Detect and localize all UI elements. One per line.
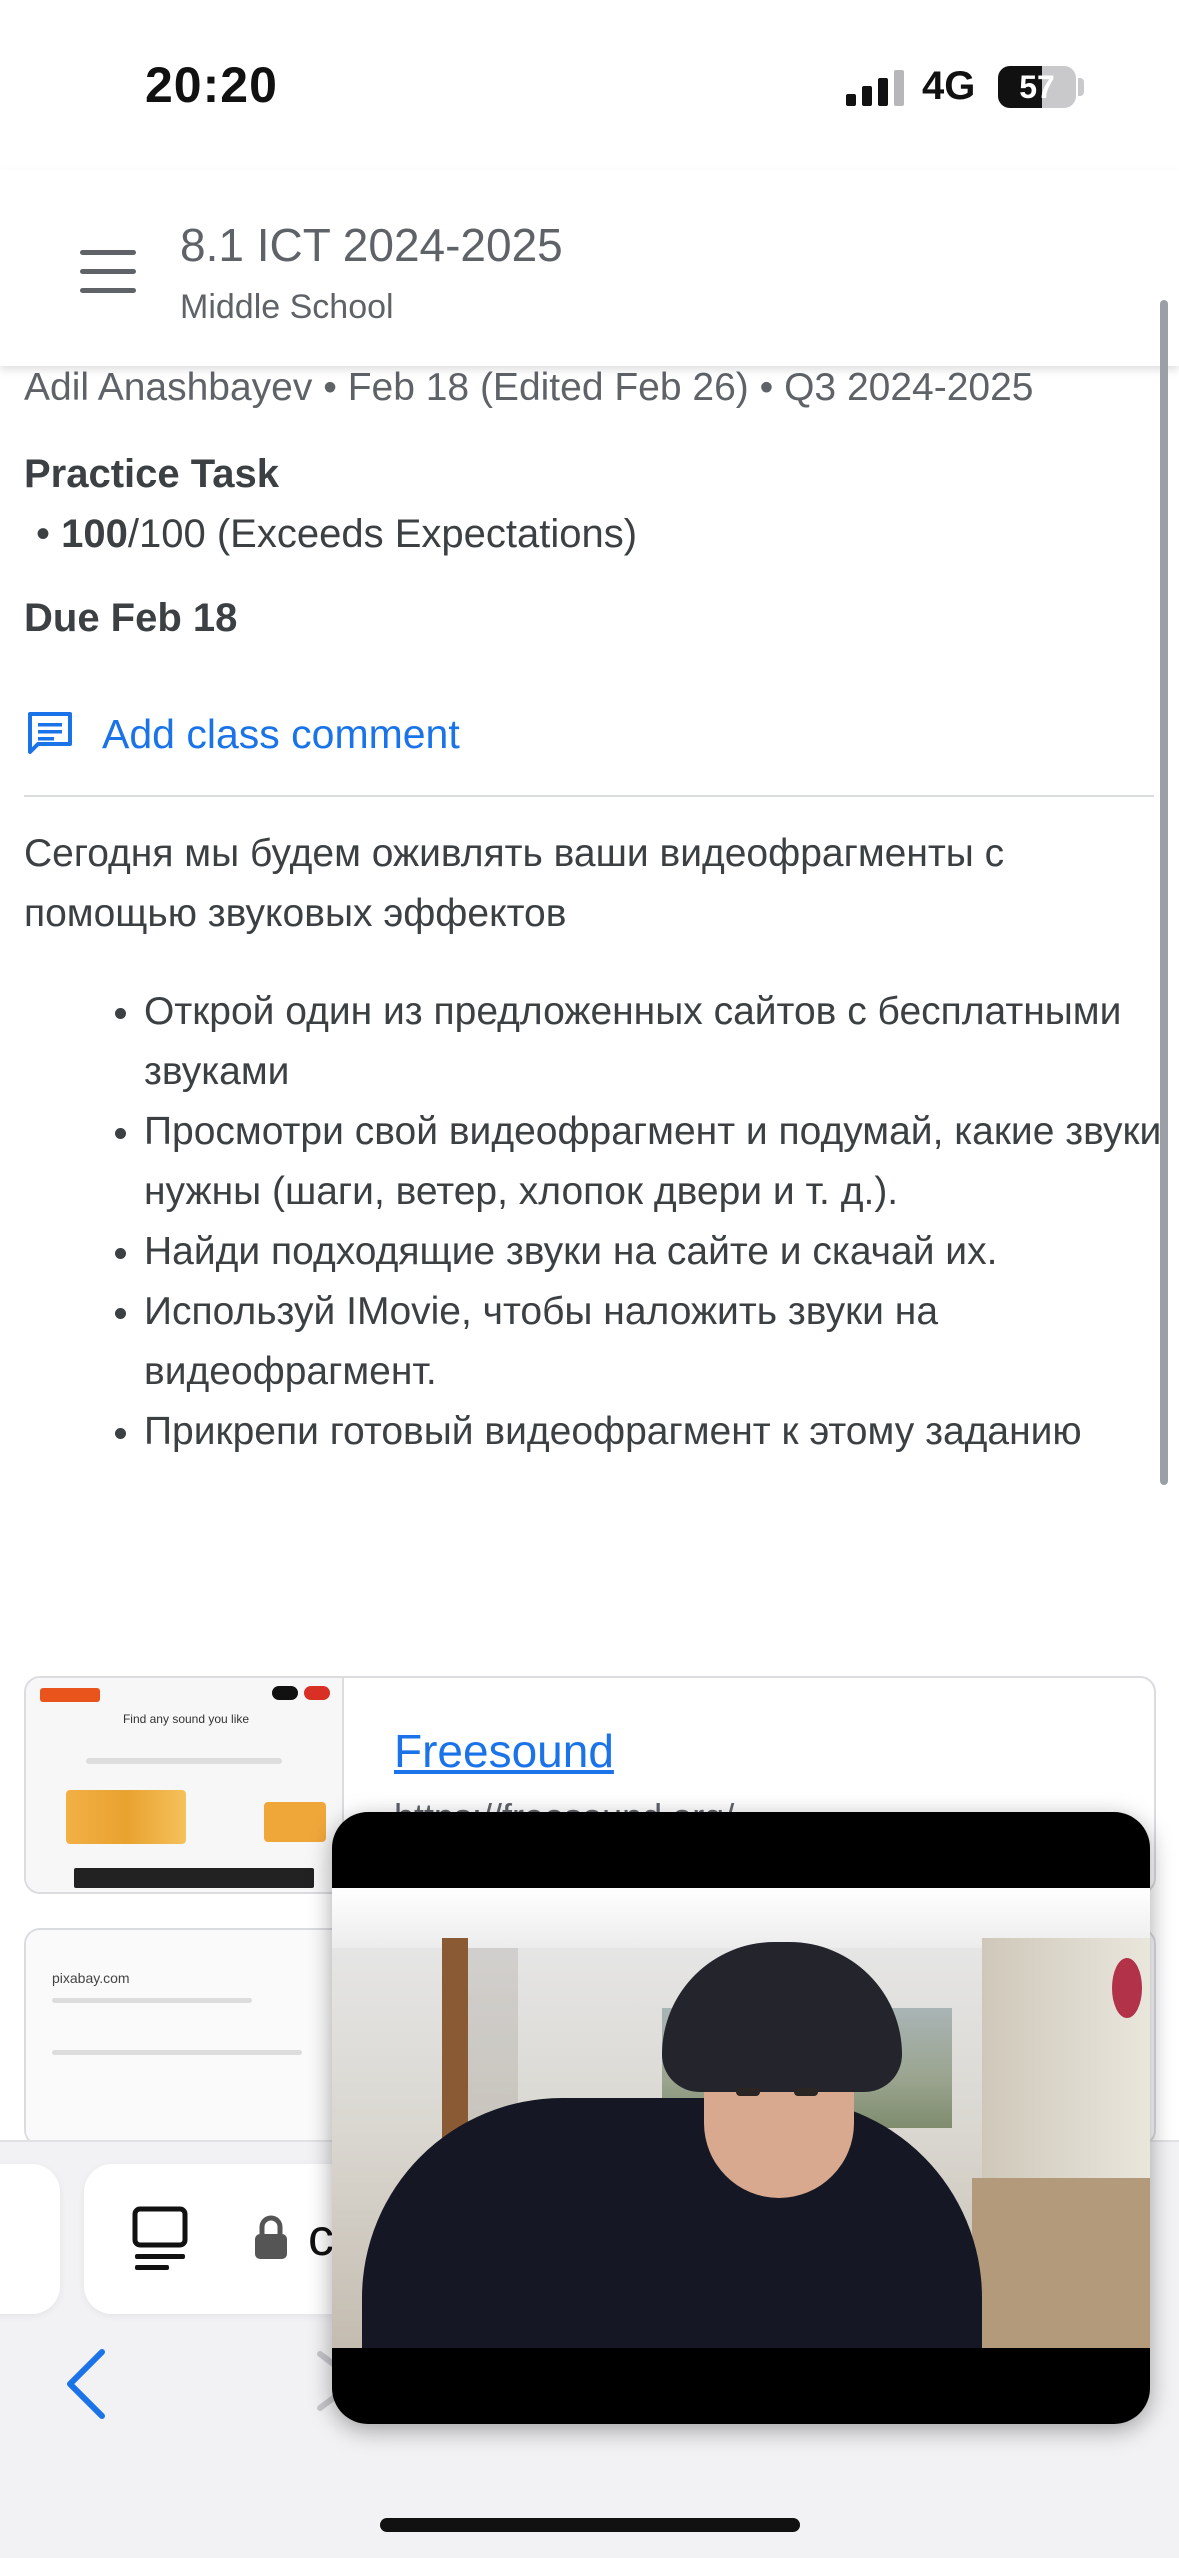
list-item: Найди подходящие звуки на сайте и скачай… bbox=[144, 1222, 1179, 1282]
thumb-pill bbox=[272, 1686, 298, 1700]
thumb-line bbox=[52, 2050, 302, 2055]
home-indicator bbox=[380, 2518, 800, 2532]
furniture bbox=[972, 2178, 1150, 2348]
list-item: Используй IMovie, чтобы наложить звуки н… bbox=[144, 1282, 1179, 1402]
thumb-line bbox=[52, 1998, 252, 2003]
list-item: Просмотри свой видеофрагмент и подумай, … bbox=[144, 1102, 1179, 1222]
freesound-thumbnail: Find any sound you like bbox=[26, 1678, 344, 1892]
battery-percent: 57 bbox=[1019, 69, 1055, 105]
status-bar: 20:20 4G 57 bbox=[0, 0, 1179, 170]
thumb-waveform bbox=[264, 1802, 326, 1842]
comment-icon bbox=[28, 712, 72, 754]
grade-rest: /100 (Exceeds Expectations) bbox=[127, 512, 638, 556]
back-icon[interactable] bbox=[60, 2346, 110, 2422]
status-time: 20:20 bbox=[145, 57, 278, 113]
grade-score: 100 bbox=[61, 512, 128, 556]
task-steps: Открой один из предложенных сайтов с бес… bbox=[90, 982, 1179, 1462]
person-eye bbox=[794, 2088, 818, 2096]
red-plant bbox=[1112, 1958, 1142, 2018]
assignment-description: Сегодня мы будем оживлять ваши видеофраг… bbox=[24, 832, 1005, 935]
picture-in-picture-video[interactable] bbox=[332, 1812, 1150, 2424]
grade: • 100/100 (Exceeds Expectations) bbox=[36, 512, 637, 557]
scrollbar[interactable] bbox=[1160, 300, 1168, 1485]
add-class-comment-label: Add class comment bbox=[102, 710, 460, 757]
thumb-pill bbox=[304, 1686, 330, 1700]
add-class-comment-button[interactable]: Add class comment bbox=[24, 704, 460, 764]
attachment-title[interactable]: Freesound bbox=[394, 1724, 614, 1778]
reader-mode-icon[interactable] bbox=[132, 2206, 188, 2272]
person-hair bbox=[662, 1942, 902, 2092]
class-subtitle: Middle School bbox=[180, 288, 394, 326]
thumb-heading: Find any sound you like bbox=[122, 1712, 250, 1726]
battery-nub bbox=[1078, 78, 1084, 96]
camera-feed bbox=[332, 1888, 1150, 2348]
network-label: 4G bbox=[922, 64, 976, 108]
due-date: Due Feb 18 bbox=[24, 596, 238, 640]
class-title: 8.1 ICT 2024-2025 bbox=[180, 219, 563, 271]
menu-icon[interactable] bbox=[80, 250, 136, 294]
divider bbox=[24, 795, 1154, 797]
address-text[interactable]: c bbox=[308, 2208, 334, 2268]
grade-bullet: • bbox=[36, 512, 51, 556]
thumb-waveform bbox=[66, 1790, 186, 1844]
list-item: Открой один из предложенных сайтов с бес… bbox=[144, 982, 1179, 1102]
thumb-search bbox=[86, 1758, 282, 1764]
pixabay-thumbnail: pixabay.com bbox=[26, 1930, 344, 2144]
assignment-meta: Adil Anashbayev • Feb 18 (Edited Feb 26)… bbox=[24, 366, 1034, 409]
signal-icon bbox=[846, 70, 904, 106]
list-item: Прикрепи готовый видеофрагмент к этому з… bbox=[144, 1402, 1179, 1462]
lock-icon bbox=[255, 2215, 287, 2259]
app-bar: 8.1 ICT 2024-2025 Middle School bbox=[0, 170, 1179, 366]
freesound-logo bbox=[40, 1688, 100, 1702]
assignment-title: Practice Task bbox=[24, 452, 279, 496]
person-body bbox=[362, 2098, 982, 2348]
thumb-heading: pixabay.com bbox=[52, 1970, 130, 1986]
previous-tab[interactable] bbox=[0, 2164, 60, 2314]
battery-icon: 57 bbox=[998, 66, 1076, 108]
thumb-cookie-bar bbox=[74, 1868, 314, 1888]
person-eye bbox=[736, 2088, 760, 2096]
